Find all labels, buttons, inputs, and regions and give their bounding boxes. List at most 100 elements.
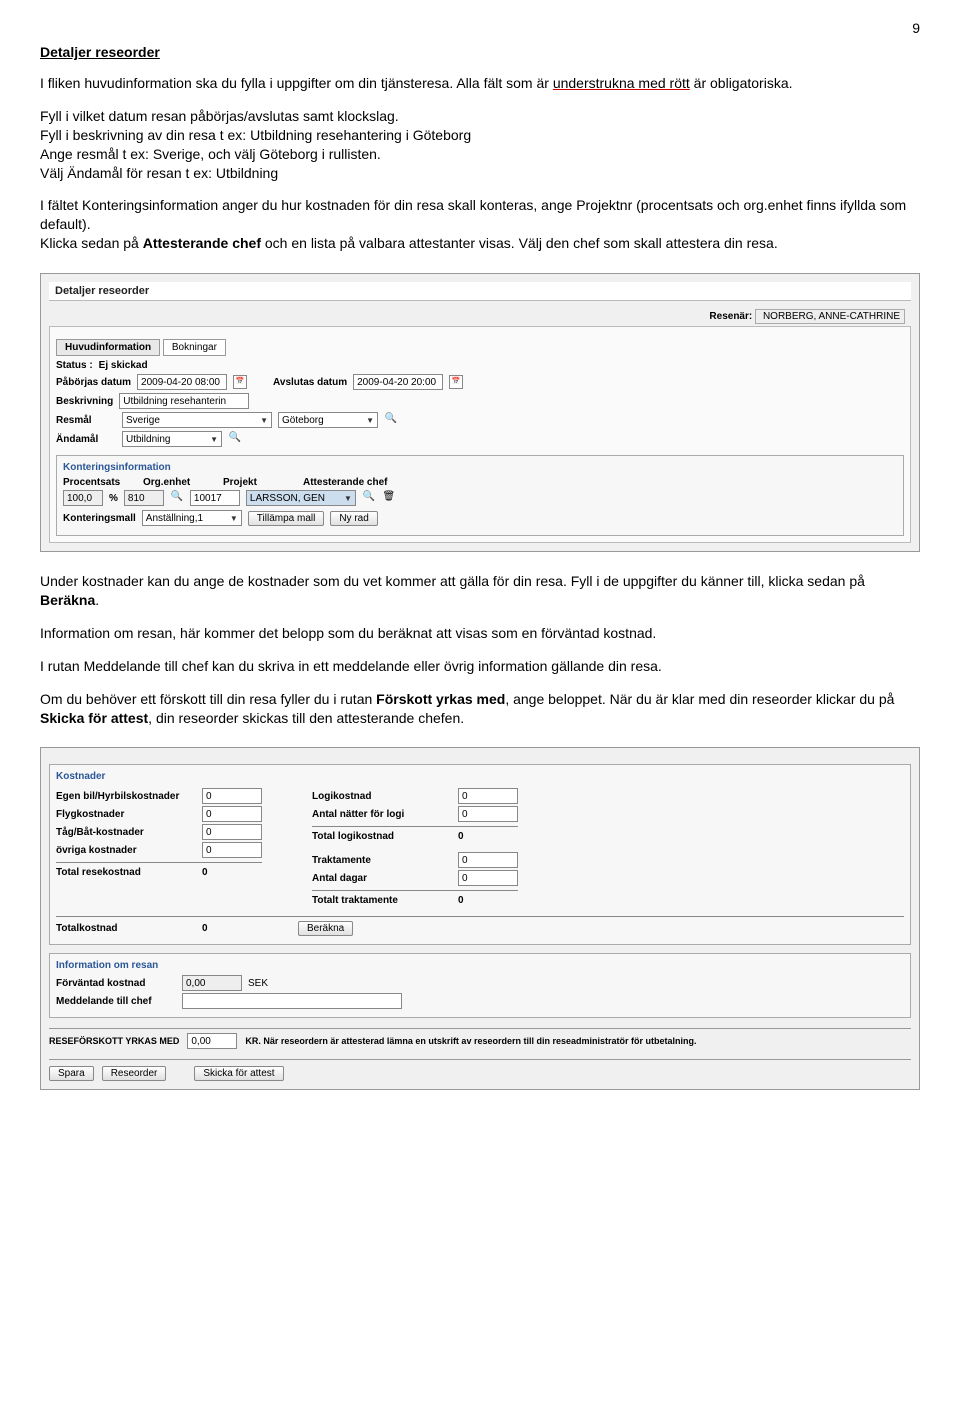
calendar-icon[interactable]: 📅	[233, 375, 247, 389]
tab-huvudinformation[interactable]: Huvudinformation	[56, 339, 160, 356]
col-attesterande-chef: Attesterande chef	[303, 477, 387, 488]
tabs: Huvudinformation Bokningar	[56, 339, 904, 356]
ovriga-input[interactable]: 0	[202, 842, 262, 858]
paragraph: Fyll i vilket datum resan påbörjas/avslu…	[40, 107, 920, 126]
resmal-label: Resmål	[56, 415, 116, 426]
search-icon[interactable]: 🔍	[228, 432, 242, 446]
kostnader-title: Kostnader	[56, 771, 904, 782]
trakt-input[interactable]: 0	[458, 852, 518, 868]
text-bold: Skicka för attest	[40, 710, 148, 726]
berakna-button[interactable]: Beräkna	[298, 921, 353, 936]
orgenhet-input[interactable]: 810	[124, 490, 164, 506]
end-date-label: Avslutas datum	[273, 377, 347, 388]
col-procentsats: Procentsats	[63, 477, 123, 488]
total-trakt-value: 0	[458, 895, 518, 906]
text: och en lista på valbara attestanter visa…	[261, 235, 778, 251]
dagar-input[interactable]: 0	[458, 870, 518, 886]
konteringsmall-label: Konteringsmall	[63, 513, 136, 524]
page-title: Detaljer reseorder	[40, 44, 920, 60]
paragraph: Välj Ändamål för resan t ex: Utbildning	[40, 164, 920, 183]
screenshot-kostnader: Kostnader Egen bil/Hyrbilskostnader0 Fly…	[40, 747, 920, 1090]
resenar-value: NORBERG, ANNE-CATHRINE	[755, 309, 905, 324]
tab-bokningar[interactable]: Bokningar	[163, 339, 226, 356]
tagbat-label: Tåg/Båt-kostnader	[56, 827, 196, 838]
paragraph: I fältet Konteringsinformation anger du …	[40, 196, 920, 234]
resmal-city-dropdown[interactable]: Göteborg▼	[278, 412, 378, 428]
chef-dropdown[interactable]: LARSSON, GEN ▼	[246, 490, 356, 506]
text-bold: Förskott yrkas med	[376, 691, 505, 707]
paragraph: Om du behöver ett förskott till din resa…	[40, 690, 920, 728]
resenar-row: Resenär: NORBERG, ANNE-CATHRINE	[49, 307, 911, 326]
chevron-down-icon: ▼	[366, 416, 374, 425]
andamal-label: Ändamål	[56, 434, 116, 445]
panel-title: Detaljer reseorder	[49, 282, 911, 301]
total-trakt-label: Totalt traktamente	[312, 895, 452, 906]
trakt-label: Traktamente	[312, 855, 452, 866]
text: , ange beloppet. När du är klar med din …	[505, 691, 894, 707]
konteringsmall-dropdown[interactable]: Anställning,1▼	[142, 510, 242, 526]
search-icon[interactable]: 🔍	[362, 491, 376, 505]
total-rese-label: Total resekostnad	[56, 867, 196, 878]
totalkostnad-label: Totalkostnad	[56, 923, 196, 934]
dropdown-value: LARSSON, GEN	[250, 493, 325, 504]
meddelande-input[interactable]	[182, 993, 402, 1009]
delete-icon[interactable]: 🗑	[382, 491, 396, 505]
col-orgenhet: Org.enhet	[143, 477, 203, 488]
reseorder-button[interactable]: Reseorder	[102, 1066, 167, 1081]
forvantad-label: Förväntad kostnad	[56, 978, 176, 989]
currency-label: SEK	[248, 978, 268, 989]
text: Under kostnader kan du ange de kostnader…	[40, 573, 865, 589]
paragraph: Information om resan, här kommer det bel…	[40, 624, 920, 643]
paragraph: I rutan Meddelande till chef kan du skri…	[40, 657, 920, 676]
text: Om du behöver ett förskott till din resa…	[40, 691, 376, 707]
spara-button[interactable]: Spara	[49, 1066, 94, 1081]
text: I fliken huvudinformation ska du fylla i…	[40, 75, 553, 91]
kostnader-group: Kostnader Egen bil/Hyrbilskostnader0 Fly…	[49, 764, 911, 945]
text-bold: Beräkna	[40, 592, 95, 608]
kontering-group: Konteringsinformation Procentsats Org.en…	[56, 455, 904, 536]
search-icon[interactable]: 🔍	[384, 413, 398, 427]
forskott-note: KR. När reseordern är attesterad lämna e…	[245, 1036, 696, 1046]
tillampa-mall-button[interactable]: Tillämpa mall	[248, 511, 325, 526]
dropdown-value: Utbildning	[126, 434, 170, 445]
meddelande-label: Meddelande till chef	[56, 996, 176, 1007]
text-bold: Attesterande chef	[143, 235, 261, 251]
resmal-country-dropdown[interactable]: Sverige▼	[122, 412, 272, 428]
chevron-down-icon: ▼	[344, 494, 352, 503]
start-date-input[interactable]: 2009-04-20 08:00	[137, 374, 227, 390]
total-logi-label: Total logikostnad	[312, 831, 452, 842]
procent-input[interactable]: 100,0	[63, 490, 103, 506]
egenbil-label: Egen bil/Hyrbilskostnader	[56, 791, 196, 802]
screenshot-detaljer-reseorder: Detaljer reseorder Resenär: NORBERG, ANN…	[40, 273, 920, 552]
info-resan-group: Information om resan Förväntad kostnad 0…	[49, 953, 911, 1018]
egenbil-input[interactable]: 0	[202, 788, 262, 804]
calendar-icon[interactable]: 📅	[449, 375, 463, 389]
chevron-down-icon: ▼	[210, 435, 218, 444]
forskott-label: RESEFÖRSKOTT YRKAS MED	[49, 1036, 179, 1046]
forskott-row: RESEFÖRSKOTT YRKAS MED 0,00 KR. När rese…	[49, 1028, 911, 1053]
text-underlined: understrukna med rött	[553, 75, 690, 91]
skicka-attest-button[interactable]: Skicka för attest	[194, 1066, 283, 1081]
col-projekt: Projekt	[223, 477, 283, 488]
search-icon[interactable]: 🔍	[170, 491, 184, 505]
tagbat-input[interactable]: 0	[202, 824, 262, 840]
dagar-label: Antal dagar	[312, 873, 452, 884]
chevron-down-icon: ▼	[260, 416, 268, 425]
ny-rad-button[interactable]: Ny rad	[330, 511, 377, 526]
logi-input[interactable]: 0	[458, 788, 518, 804]
ovriga-label: övriga kostnader	[56, 845, 196, 856]
percent-label: %	[109, 493, 118, 504]
paragraph: Ange resmål t ex: Sverige, och välj Göte…	[40, 145, 920, 164]
paragraph: Fyll i beskrivning av din resa t ex: Utb…	[40, 126, 920, 145]
flyg-input[interactable]: 0	[202, 806, 262, 822]
beskrivning-input[interactable]: Utbildning resehanterin	[119, 393, 249, 409]
text: .	[95, 592, 99, 608]
forskott-input[interactable]: 0,00	[187, 1033, 237, 1049]
end-date-input[interactable]: 2009-04-20 20:00	[353, 374, 443, 390]
projekt-input[interactable]: 10017	[190, 490, 240, 506]
beskrivning-label: Beskrivning	[56, 396, 113, 407]
andamal-dropdown[interactable]: Utbildning ▼	[122, 431, 222, 447]
forvantad-input: 0,00	[182, 975, 242, 991]
text: Klicka sedan på	[40, 235, 143, 251]
natter-input[interactable]: 0	[458, 806, 518, 822]
